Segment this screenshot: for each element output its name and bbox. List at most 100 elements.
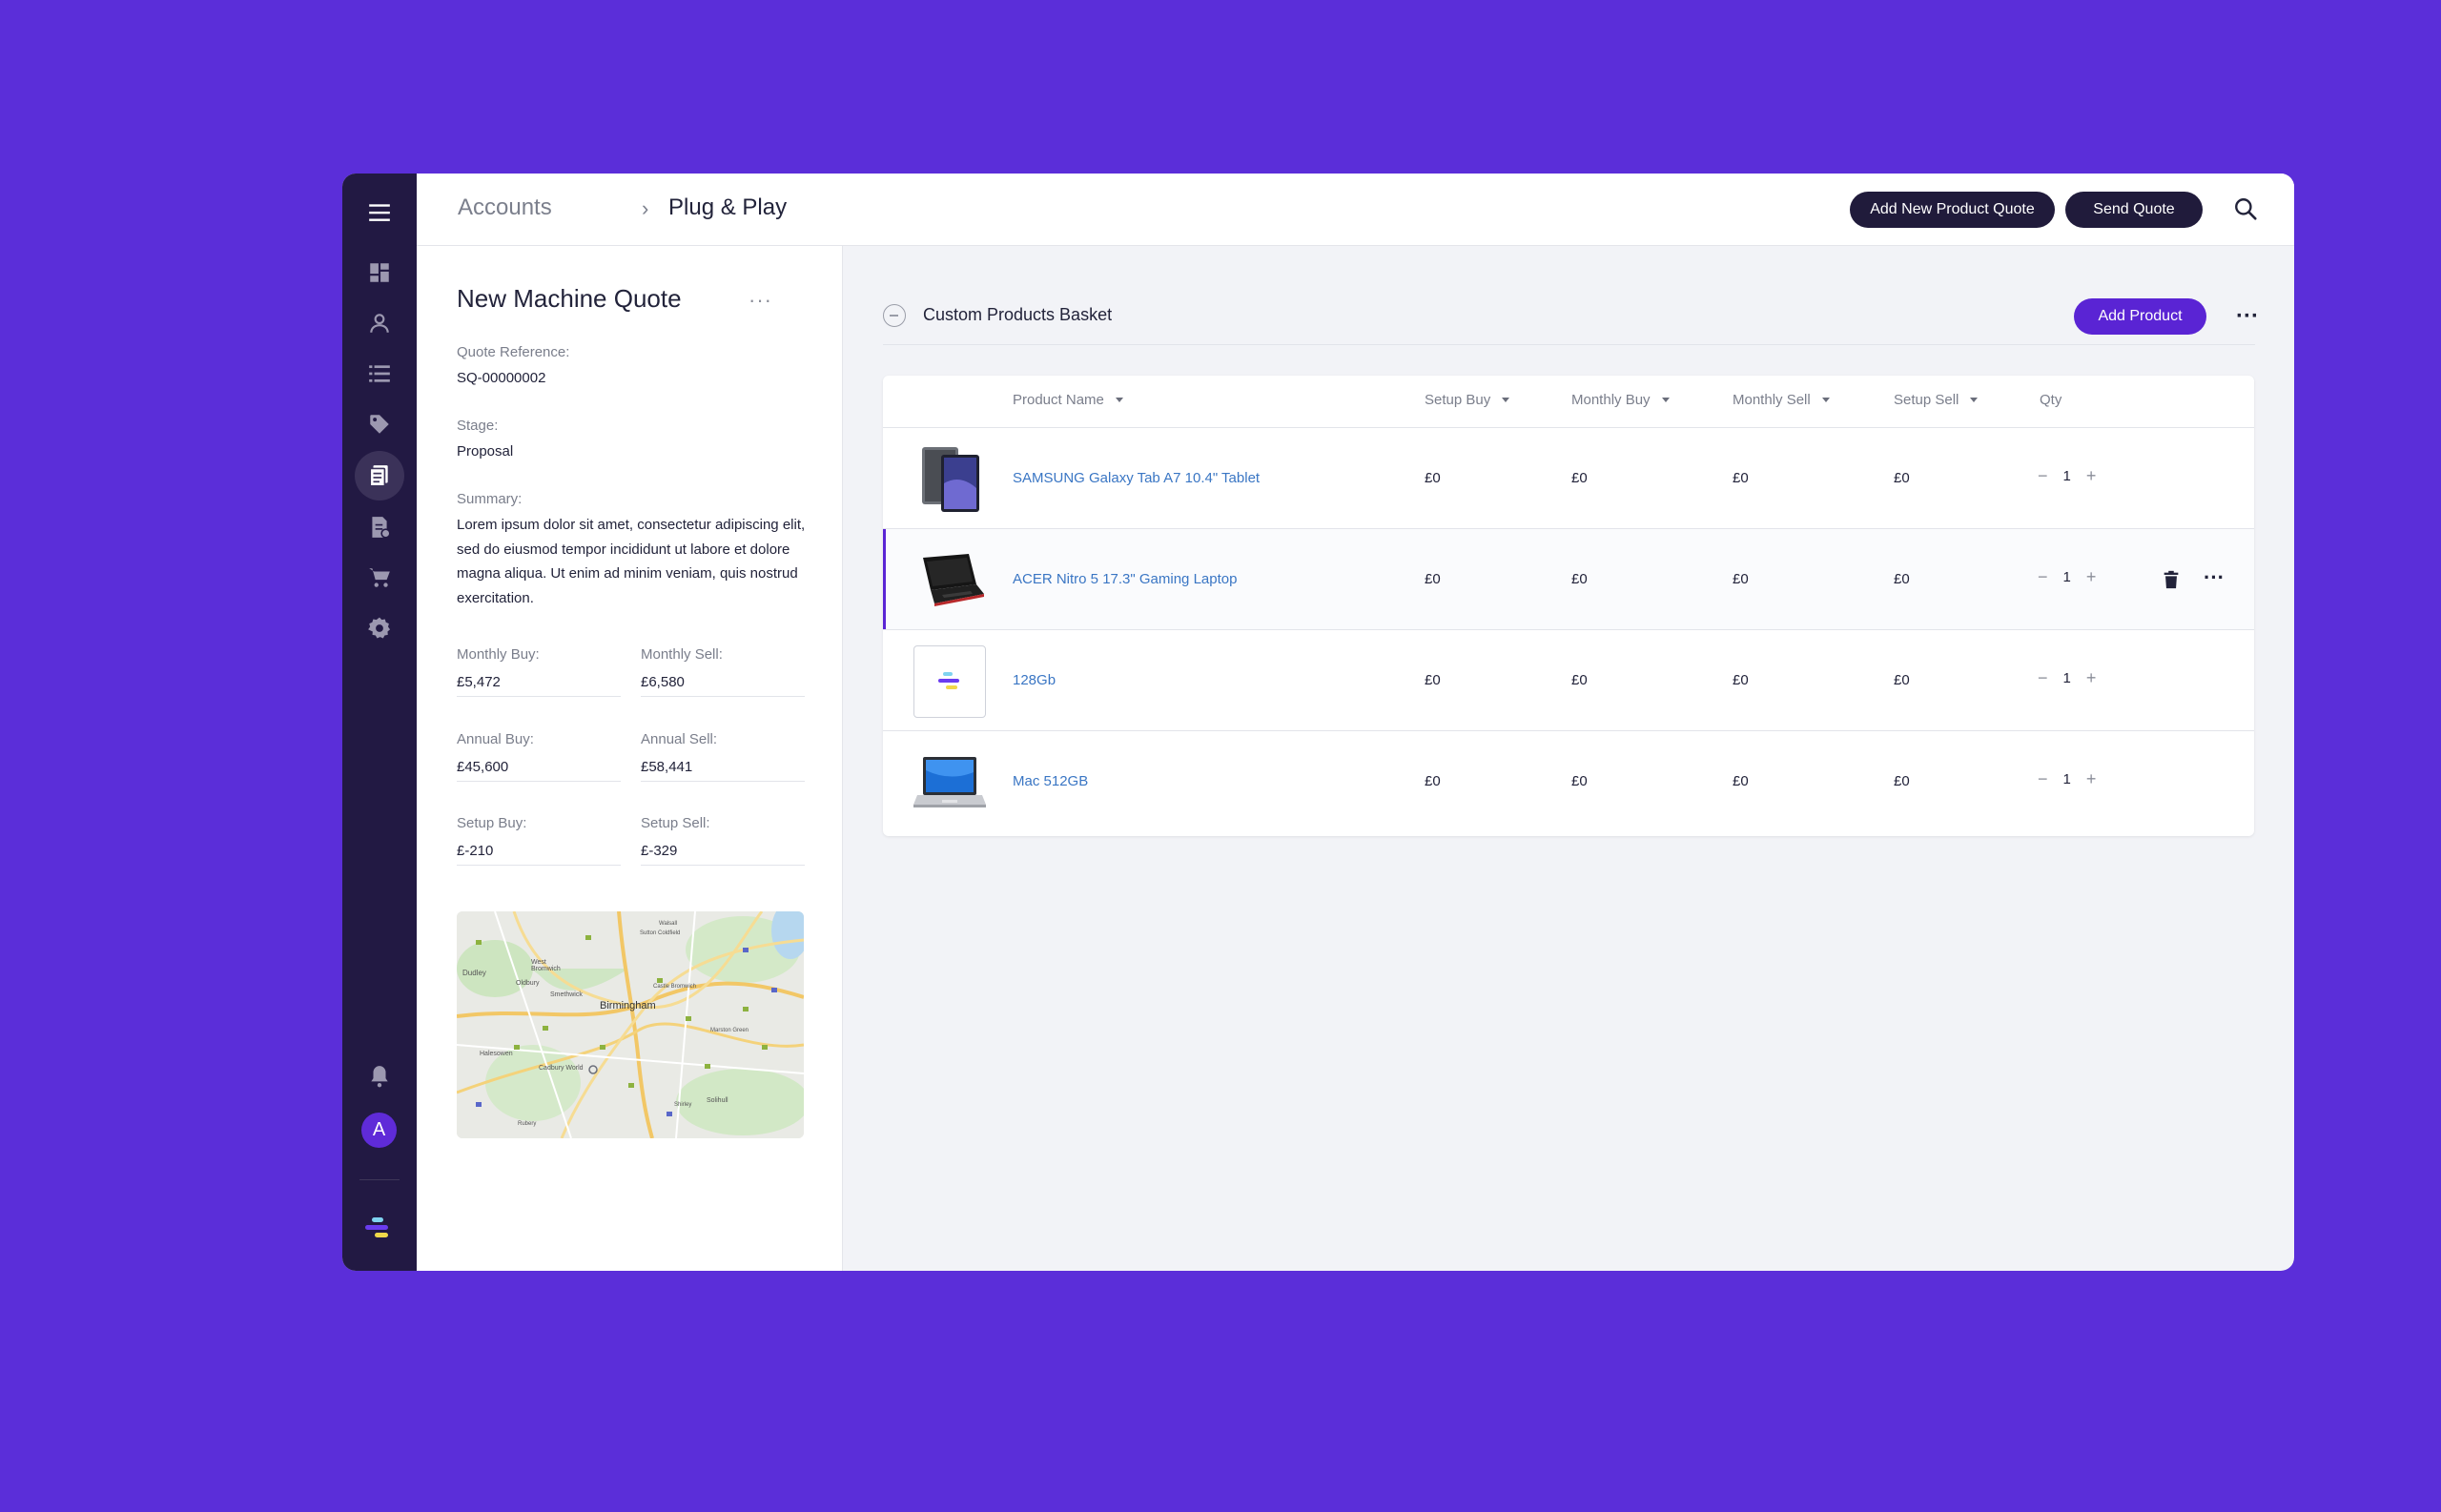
product-name-link[interactable]: Mac 512GB <box>1013 773 1088 789</box>
cart-icon[interactable] <box>342 554 417 602</box>
product-name-link[interactable]: ACER Nitro 5 17.3" Gaming Laptop <box>1013 571 1237 587</box>
metric-label: Setup Buy: <box>457 815 527 831</box>
map-label: Rubery <box>518 1121 537 1127</box>
metric-value: £-210 <box>457 843 494 859</box>
map-label: Sutton Coldfield <box>640 930 681 936</box>
basket-panel: Custom Products Basket Add Product ··· P… <box>843 246 2294 1271</box>
map-label: Castle Bromwich <box>653 984 697 990</box>
column-setup-sell[interactable]: Setup Sell <box>1894 392 1979 408</box>
map-label: Walsall <box>659 921 678 927</box>
map-label: West Bromwich <box>531 959 561 972</box>
metric-annual-buy: Annual Buy: £45,600 <box>457 731 621 782</box>
stage-label: Stage: <box>457 418 499 434</box>
monthly-sell-value: £0 <box>1733 470 1749 486</box>
metric-monthly-sell: Monthly Sell: £6,580 <box>641 646 805 697</box>
qty-increase-button[interactable]: + <box>2086 668 2097 688</box>
column-monthly-buy[interactable]: Monthly Buy <box>1571 392 1670 408</box>
notification-bell-icon[interactable] <box>342 1052 417 1100</box>
qty-decrease-button[interactable]: − <box>2038 466 2048 486</box>
table-row[interactable]: 128Gb £0 £0 £0 £0 − 1 + <box>883 630 2254 731</box>
table-row[interactable]: Mac 512GB £0 £0 £0 £0 − 1 + <box>883 731 2254 832</box>
map-label: Cadbury World <box>539 1065 584 1072</box>
qty-decrease-button[interactable]: − <box>2038 567 2048 587</box>
document-add-icon[interactable] <box>342 503 417 551</box>
quantity-stepper: − 1 + <box>2038 769 2096 789</box>
setup-sell-value: £0 <box>1894 773 1910 789</box>
product-name-link[interactable]: 128Gb <box>1013 672 1056 688</box>
table-row[interactable]: ACER Nitro 5 17.3" Gaming Laptop £0 £0 £… <box>883 529 2254 630</box>
metric-value: £58,441 <box>641 759 693 775</box>
add-new-product-quote-button[interactable]: Add New Product Quote <box>1850 192 2055 228</box>
qty-value: 1 <box>2062 569 2071 585</box>
column-product-name[interactable]: Product Name <box>1013 392 1123 408</box>
sidebar: A <box>342 174 417 1271</box>
monthly-sell-value: £0 <box>1733 773 1749 789</box>
column-label: Setup Buy <box>1425 392 1491 408</box>
collapse-icon[interactable] <box>883 304 906 327</box>
stage-value: Proposal <box>457 443 514 460</box>
tag-icon[interactable] <box>342 400 417 448</box>
send-quote-button[interactable]: Send Quote <box>2065 192 2203 228</box>
quantity-stepper: − 1 + <box>2038 567 2096 587</box>
product-image-placeholder-logo <box>913 645 986 718</box>
qty-increase-button[interactable]: + <box>2086 769 2097 789</box>
monthly-sell-value: £0 <box>1733 571 1749 587</box>
location-map[interactable]: Birmingham Dudley West Bromwich Smethwic… <box>457 911 804 1138</box>
qty-value: 1 <box>2062 670 2071 686</box>
column-label: Monthly Sell <box>1733 392 1811 408</box>
map-label: Birmingham <box>600 1000 656 1011</box>
setup-buy-value: £0 <box>1425 470 1441 486</box>
column-setup-buy[interactable]: Setup Buy <box>1425 392 1510 408</box>
metric-label: Monthly Buy: <box>457 646 540 663</box>
product-image-laptop <box>913 544 986 617</box>
row-more-icon[interactable]: ··· <box>2204 565 2225 590</box>
avatar[interactable]: A <box>361 1113 397 1148</box>
breadcrumb-chevron-icon: › <box>642 196 649 220</box>
metric-label: Setup Sell: <box>641 815 710 831</box>
quote-title: New Machine Quote <box>457 284 682 313</box>
monthly-buy-value: £0 <box>1571 672 1588 688</box>
list-icon[interactable] <box>342 350 417 398</box>
product-name-link[interactable]: SAMSUNG Galaxy Tab A7 10.4" Tablet <box>1013 470 1260 486</box>
app-window: A Accounts › Plug & Play Add New Product… <box>342 174 2294 1271</box>
qty-decrease-button[interactable]: − <box>2038 769 2048 789</box>
search-icon[interactable] <box>2233 196 2258 221</box>
quantity-stepper: − 1 + <box>2038 668 2096 688</box>
monthly-buy-value: £0 <box>1571 571 1588 587</box>
quotes-icon[interactable] <box>342 451 417 501</box>
table-header: Product Name Setup Buy Monthly Buy Month… <box>883 376 2254 428</box>
setup-sell-value: £0 <box>1894 672 1910 688</box>
settings-gear-icon[interactable] <box>342 604 417 652</box>
menu-icon[interactable] <box>342 189 417 236</box>
setup-sell-value: £0 <box>1894 571 1910 587</box>
basket-title: Custom Products Basket <box>923 305 1113 324</box>
quote-more-icon[interactable]: ··· <box>749 288 772 313</box>
column-label: Qty <box>2040 392 2062 408</box>
sidebar-divider <box>359 1179 400 1180</box>
table-row[interactable]: SAMSUNG Galaxy Tab A7 10.4" Tablet £0 £0… <box>883 428 2254 529</box>
main-area: Accounts › Plug & Play Add New Product Q… <box>417 174 2294 1271</box>
breadcrumb-current: Plug & Play <box>668 194 788 220</box>
user-icon[interactable] <box>342 299 417 347</box>
product-image-mac-laptop <box>913 746 986 819</box>
trash-icon[interactable] <box>2161 569 2182 590</box>
sort-caret-icon <box>1115 398 1123 402</box>
metric-setup-sell: Setup Sell: £-329 <box>641 815 805 866</box>
sort-caret-icon <box>1502 398 1510 402</box>
map-label: Solihull <box>707 1097 728 1104</box>
sort-caret-icon <box>1970 398 1979 402</box>
column-monthly-sell[interactable]: Monthly Sell <box>1733 392 1830 408</box>
metric-annual-sell: Annual Sell: £58,441 <box>641 731 805 782</box>
setup-buy-value: £0 <box>1425 773 1441 789</box>
quote-reference-value: SQ-00000002 <box>457 370 546 386</box>
breadcrumb-accounts[interactable]: Accounts <box>458 194 552 221</box>
add-product-button[interactable]: Add Product <box>2074 298 2206 335</box>
basket-more-icon[interactable]: ··· <box>2236 303 2259 330</box>
qty-increase-button[interactable]: + <box>2086 567 2097 587</box>
dashboard-icon[interactable] <box>342 249 417 296</box>
monthly-buy-value: £0 <box>1571 773 1588 789</box>
column-qty: Qty <box>2040 392 2062 408</box>
qty-decrease-button[interactable]: − <box>2038 668 2048 688</box>
qty-increase-button[interactable]: + <box>2086 466 2097 486</box>
brand-logo-icon <box>365 1217 388 1237</box>
